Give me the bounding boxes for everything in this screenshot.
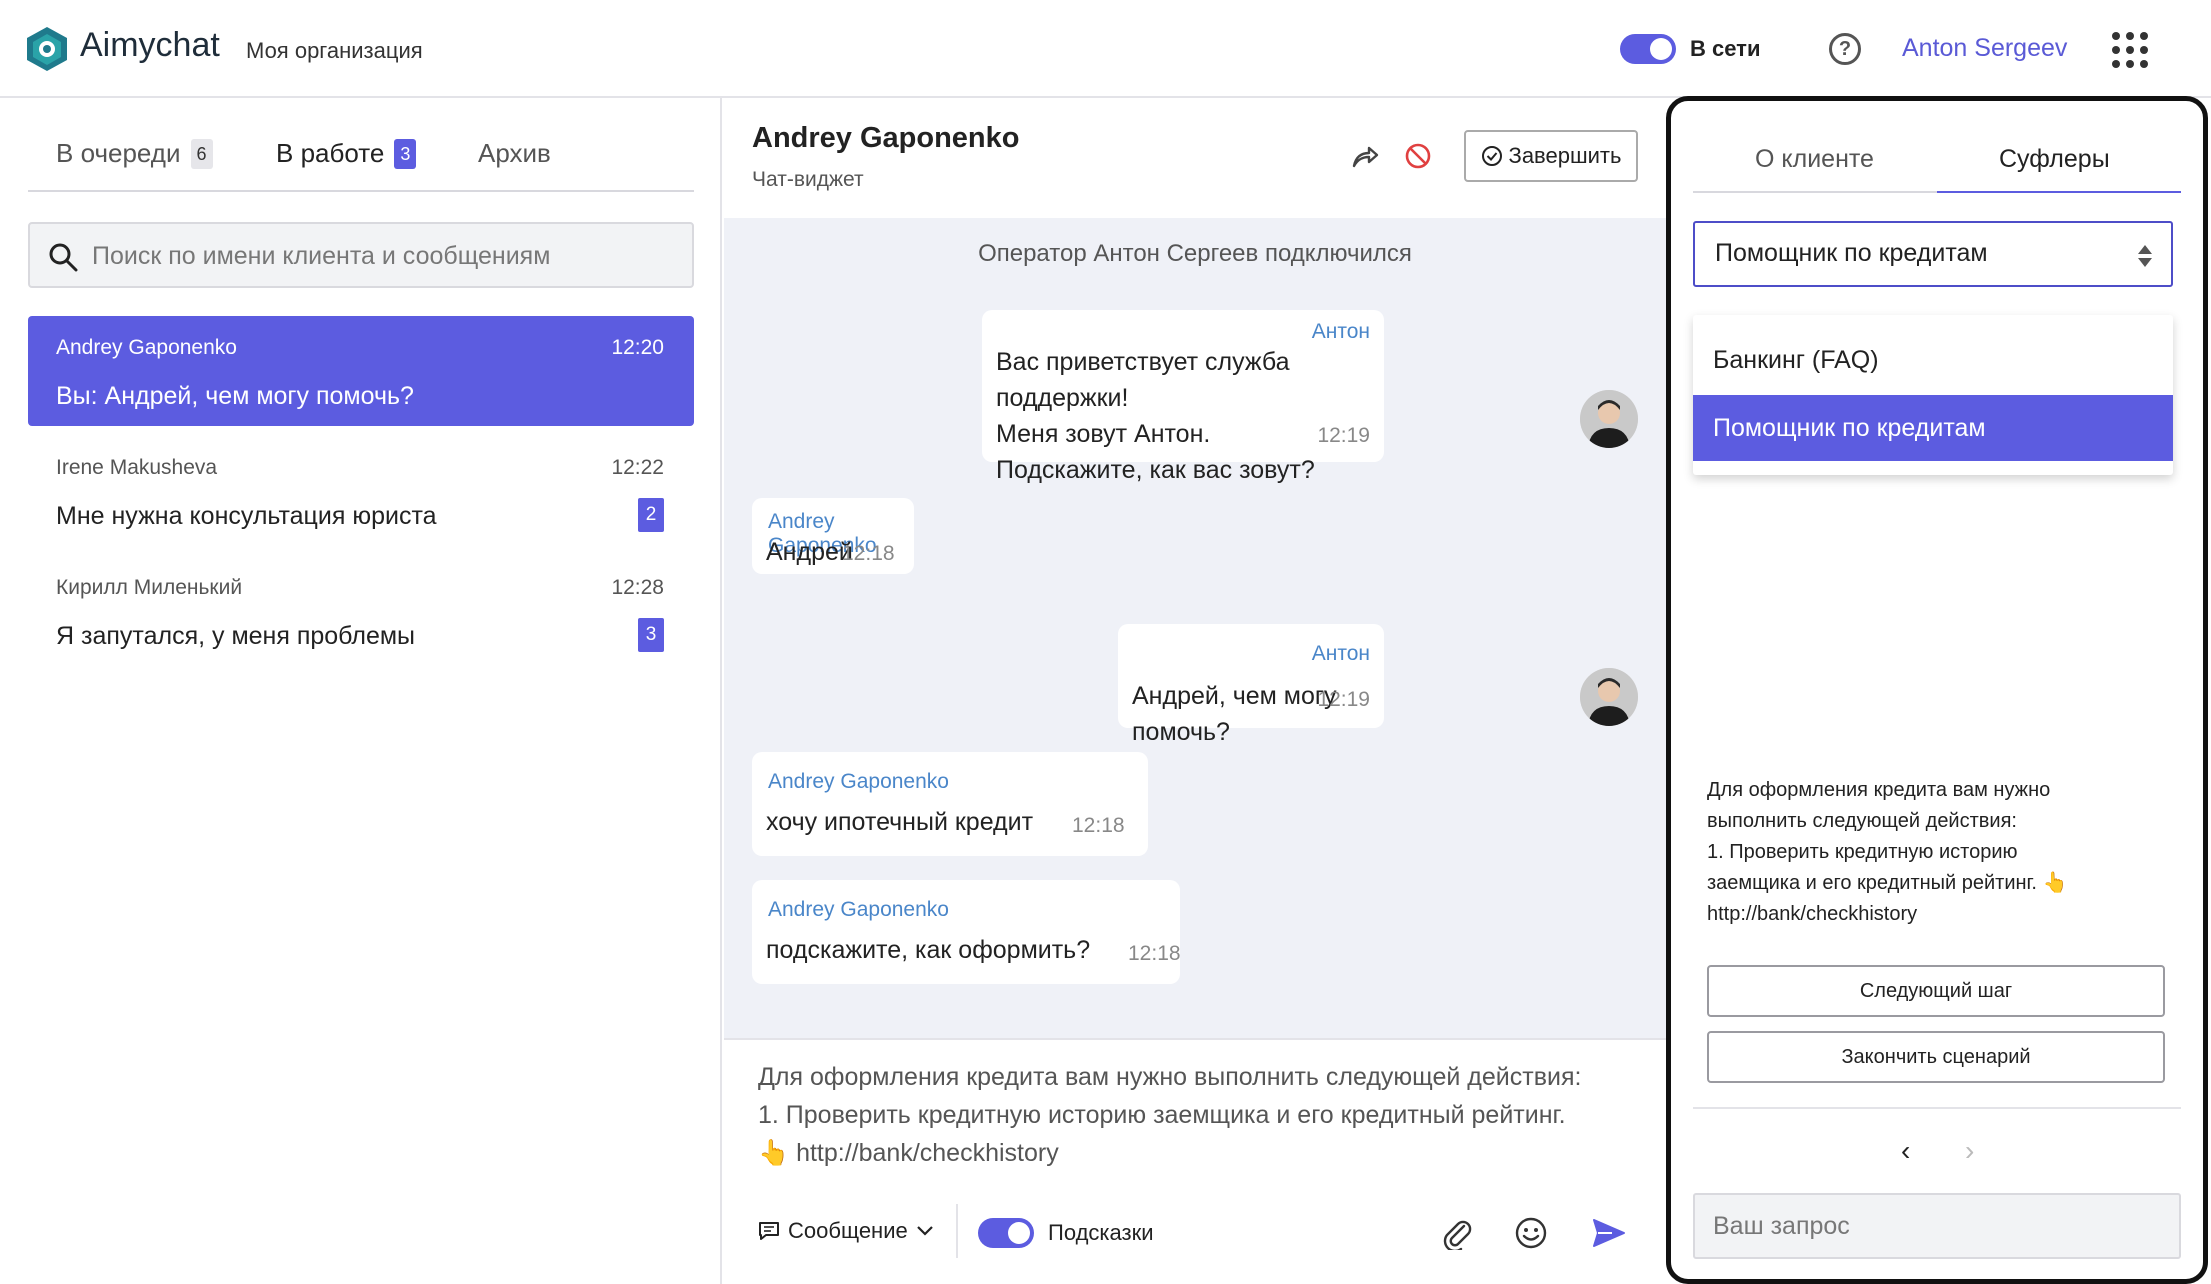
message-type-dropdown[interactable]: Сообщение [758, 1218, 934, 1244]
top-bar: Aimychat Моя организация В сети ? Anton … [0, 0, 2211, 98]
chat-time: 12:22 [611, 456, 664, 479]
chat-status-tabs: В очереди 6 В работе 3 Архив [28, 138, 694, 192]
message-time: 12:18 [842, 542, 895, 565]
online-status-label: В сети [1690, 36, 1761, 61]
chat-search[interactable] [28, 222, 694, 288]
chat-time: 12:28 [611, 576, 664, 599]
finish-conversation-button[interactable]: Завершить [1464, 130, 1638, 182]
tab-queue[interactable]: В очереди 6 [56, 138, 213, 192]
organization-name[interactable]: Моя организация [246, 38, 423, 64]
next-step-button[interactable]: Следующий шаг [1707, 965, 2165, 1017]
tab-count-badge: 3 [394, 139, 417, 169]
finish-button-label: Завершить [1508, 143, 1622, 168]
conversation-title: Andrey Gaponenko [752, 122, 1020, 154]
chat-preview: Вы: Андрей, чем могу помочь? [56, 382, 414, 410]
query-input[interactable] [1693, 1193, 2181, 1259]
attach-icon[interactable] [1440, 1216, 1474, 1250]
apps-grid-icon[interactable] [2112, 32, 2148, 68]
assistant-panel: О клиенте Суфлеры Помощник по кредитам Б… [1666, 96, 2208, 1284]
message-text: хочу ипотечный кредит [766, 808, 1034, 836]
tab-underline [1937, 191, 2181, 193]
chat-client-name: Кирилл Миленький [56, 576, 243, 599]
panel-divider [1693, 1107, 2181, 1109]
composer-divider [956, 1204, 958, 1258]
chevron-down-icon [916, 1226, 933, 1236]
message-composer[interactable]: Для оформления кредита вам нужно выполни… [724, 1038, 1666, 1284]
chat-time: 12:20 [611, 336, 664, 359]
message-author: Andrey Gaponenko [768, 898, 949, 921]
tab-label: Архив [478, 138, 551, 168]
hints-toggle[interactable] [978, 1218, 1034, 1248]
tab-prompters[interactable]: Суфлеры [1999, 145, 2110, 174]
message-feed: Оператор Антон Сергеев подключился Антон… [724, 218, 1666, 1038]
sort-arrows-icon [2138, 245, 2152, 267]
brand-name[interactable]: Aimychat [80, 26, 220, 65]
tab-underline [246, 192, 464, 194]
message-author: Антон [1311, 642, 1370, 665]
message-author: Andrey Gaponenko [768, 770, 949, 793]
client-message: Andrey Gaponenko подскажите, как оформит… [752, 880, 1181, 984]
unread-count-badge: 2 [638, 498, 664, 532]
search-icon [49, 243, 78, 272]
tab-label: В очереди [56, 138, 181, 168]
message-time: 12:19 [1317, 424, 1370, 447]
chat-preview: Мне нужна консультация юриста [56, 502, 437, 530]
message-author: Антон [1311, 320, 1370, 343]
chat-client-name: Irene Makusheva [56, 456, 218, 479]
prompter-select-value: Помощник по кредитам [1715, 239, 1988, 267]
user-menu[interactable]: Anton Sergeev [1902, 34, 2067, 63]
message-text: Вас приветствует служба поддержки! Меня … [996, 348, 1315, 484]
tab-label: В работе [276, 138, 385, 168]
chat-list-item[interactable]: Irene Makusheva 12:22 Мне нужна консульт… [28, 436, 694, 546]
operator-message: Антон Андрей, чем могу помочь? 12:19 [1118, 624, 1384, 746]
prompter-select[interactable]: Помощник по кредитам [1693, 221, 2173, 287]
chat-list-item[interactable]: Andrey Gaponenko 12:20 Вы: Андрей, чем м… [28, 316, 694, 426]
tab-in-progress[interactable]: В работе 3 [276, 138, 417, 192]
chevron-left-icon[interactable]: ‹ [1901, 1135, 1910, 1167]
message-time: 12:19 [1317, 688, 1370, 711]
unread-count-badge: 3 [638, 618, 664, 652]
message-time: 12:18 [1128, 942, 1181, 965]
prompter-options: Банкинг (FAQ) Помощник по кредитам [1693, 315, 2173, 475]
conversation-header: Andrey Gaponenko Чат-виджет Завершить [724, 98, 1666, 218]
chat-list-panel: В очереди 6 В работе 3 Архив Andrey Gapone… [0, 98, 722, 1284]
forward-icon[interactable] [1350, 142, 1380, 172]
operator-message: Антон Вас приветствует служба поддержки!… [982, 310, 1384, 484]
check-circle-icon [1481, 146, 1502, 166]
emoji-icon[interactable] [1514, 1216, 1548, 1250]
block-icon[interactable] [1404, 142, 1432, 170]
chat-client-name: Andrey Gaponenko [56, 336, 237, 359]
tab-archive[interactable]: Архив [478, 138, 551, 192]
message-text: Андрей [766, 538, 853, 566]
prompter-hint-text: Для оформления кредита вам нужно выполни… [1707, 779, 2068, 925]
operator-avatar [1580, 390, 1638, 448]
help-icon[interactable]: ? [1829, 33, 1861, 65]
client-message: Andrey Gaponenko Андрей 12:18 [752, 498, 914, 574]
finish-scenario-button[interactable]: Закончить сценарий [1707, 1031, 2165, 1083]
chevron-right-icon[interactable]: › [1965, 1135, 1974, 1167]
send-icon[interactable] [1592, 1218, 1626, 1248]
message-time: 12:18 [1072, 814, 1125, 837]
operator-avatar [1580, 668, 1638, 726]
conversation-panel: Andrey Gaponenko Чат-виджет Завершить Оп… [724, 98, 1666, 1284]
tab-count-badge: 6 [190, 139, 213, 169]
message-type-label: Сообщение [788, 1218, 908, 1243]
message-icon [759, 1222, 779, 1240]
client-message: Andrey Gaponenko хочу ипотечный кредит 1… [752, 752, 1148, 856]
option-credit-assistant[interactable]: Помощник по кредитам [1693, 395, 2173, 461]
conversation-channel: Чат-виджет [752, 168, 864, 191]
hints-label: Подсказки [1048, 1220, 1154, 1245]
chat-preview: Я запутался, у меня проблемы [56, 622, 416, 650]
option-banking-faq[interactable]: Банкинг (FAQ) [1693, 327, 2173, 393]
search-input[interactable] [92, 238, 672, 274]
aimychat-logo-icon[interactable] [26, 26, 68, 72]
message-text: подскажите, как оформить? [766, 936, 1091, 964]
assistant-tabs: О клиенте Суфлеры [1693, 129, 2181, 193]
online-status-toggle[interactable] [1620, 34, 1676, 64]
system-message: Оператор Антон Сергеев подключился [978, 240, 1412, 267]
tab-client-info[interactable]: О клиенте [1755, 145, 1874, 174]
chat-list-item[interactable]: Кирилл Миленький 12:28 Я запутался, у ме… [28, 556, 694, 666]
composer-input[interactable]: Для оформления кредита вам нужно выполни… [758, 1058, 1638, 1172]
